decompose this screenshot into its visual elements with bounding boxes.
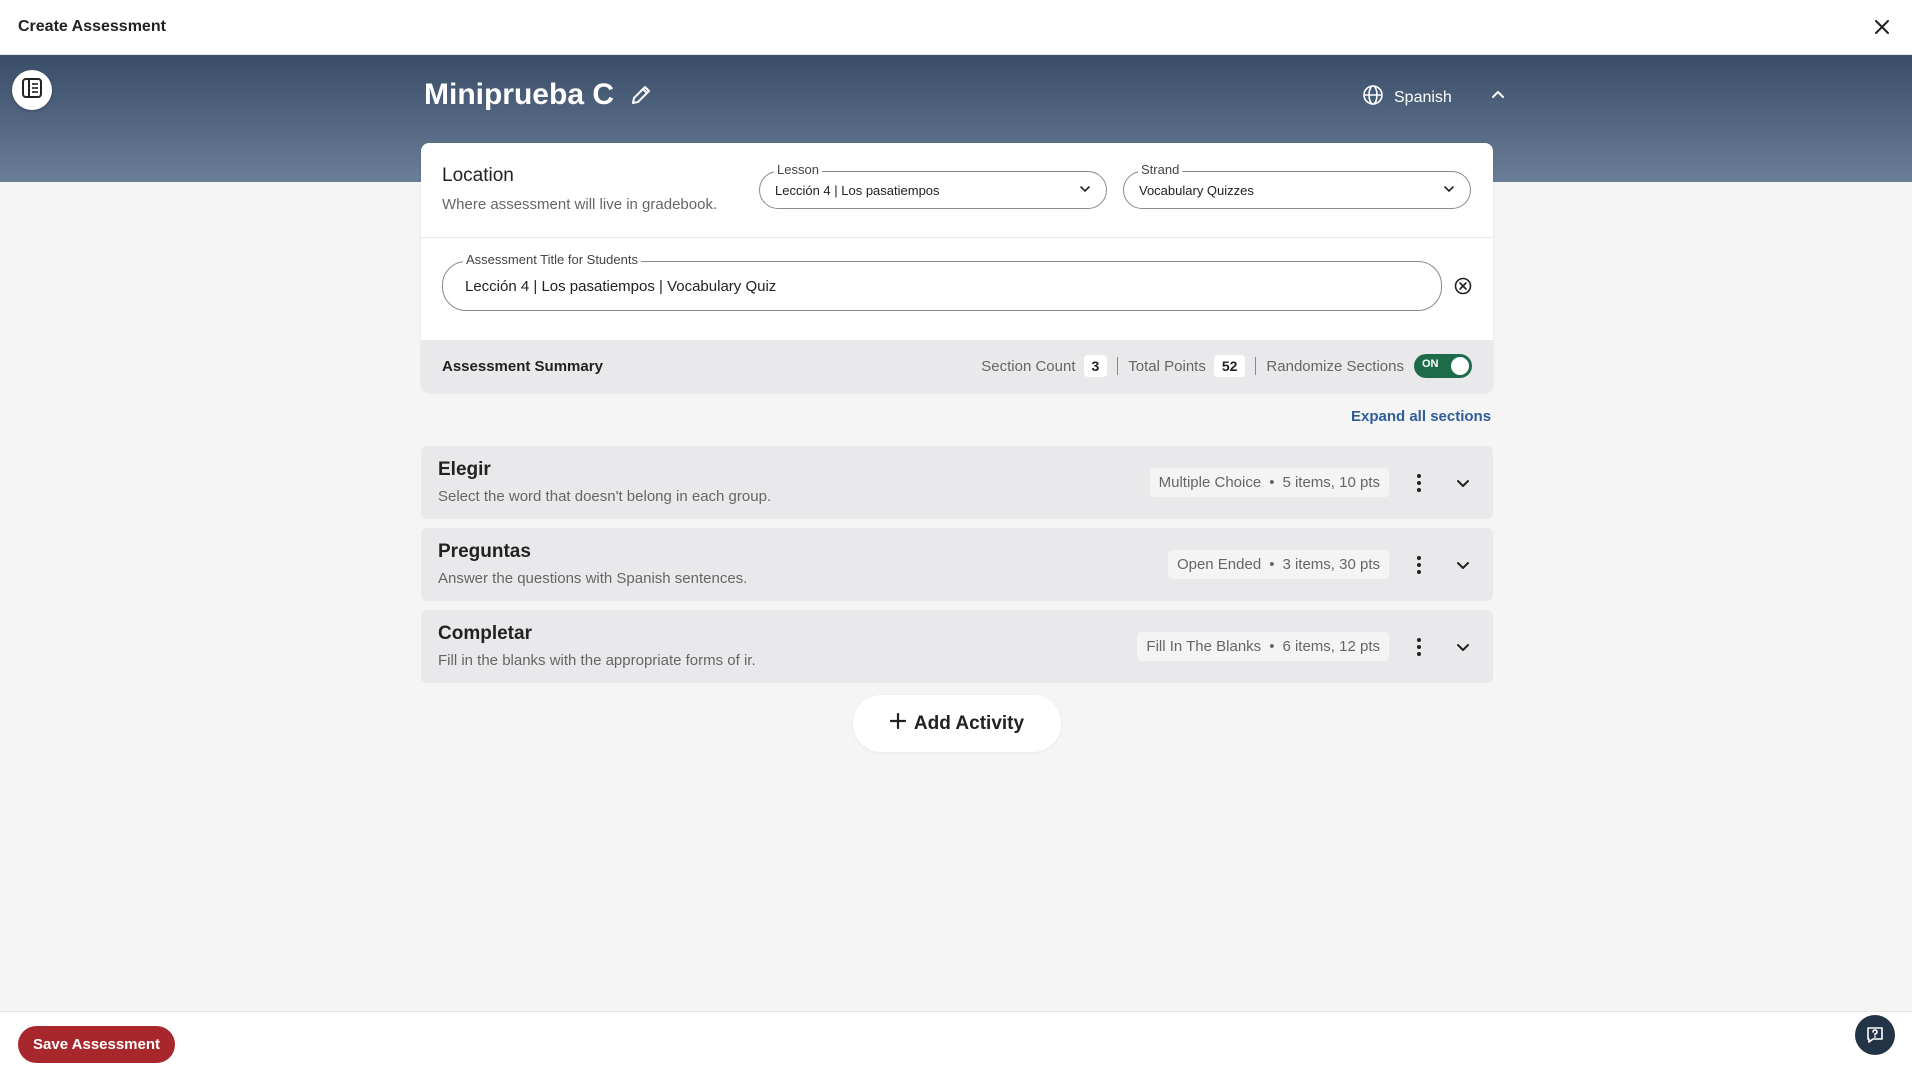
total-points-value: 52 <box>1213 355 1246 377</box>
add-activity-button[interactable]: Add Activity <box>853 695 1061 752</box>
lesson-value: Lección 4 | Los pasatiempos <box>775 182 940 198</box>
section-detail: 3 items, 30 pts <box>1282 556 1380 573</box>
expand-all-link[interactable]: Expand all sections <box>1351 408 1491 425</box>
summary-stats: Section Count 3 Total Points 52 Randomiz… <box>981 354 1472 378</box>
dialog-title: Create Assessment <box>18 18 166 35</box>
section-title: Completar <box>438 623 532 644</box>
add-activity-label: Add Activity <box>913 712 1025 734</box>
section-description: Fill in the blanks with the appropriate … <box>438 652 756 669</box>
close-icon[interactable] <box>1870 15 1894 39</box>
divider <box>1117 357 1119 375</box>
strand-value: Vocabulary Quizzes <box>1139 182 1254 198</box>
section-meta: Fill In The Blanks • 6 items, 12 pts <box>1137 610 1475 683</box>
page-title-group: Miniprueba C <box>424 78 654 112</box>
divider <box>1255 357 1257 375</box>
section-meta: Open Ended • 3 items, 30 pts <box>1167 528 1475 601</box>
language-selector[interactable]: Spanish <box>1362 84 1506 111</box>
assessment-summary: Assessment Summary Section Count 3 Total… <box>421 340 1493 392</box>
section-badge: Fill In The Blanks • 6 items, 12 pts <box>1137 632 1389 661</box>
section-count-label: Section Count <box>981 357 1076 375</box>
section-type: Fill In The Blanks <box>1146 638 1262 655</box>
sidebar-toggle-button[interactable] <box>12 70 52 110</box>
section-description: Answer the questions with Spanish senten… <box>438 570 748 587</box>
section-card[interactable]: Completar Fill in the blanks with the ap… <box>421 610 1493 683</box>
chevron-down-icon[interactable] <box>1451 553 1475 577</box>
location-title: Location <box>442 165 514 186</box>
chevron-up-icon[interactable] <box>1490 87 1506 108</box>
chevron-down-icon[interactable] <box>1451 471 1475 495</box>
bullet-separator: • <box>1269 638 1275 655</box>
section-type: Open Ended <box>1176 556 1262 573</box>
top-bar: Create Assessment <box>0 0 1912 55</box>
randomize-label: Randomize Sections <box>1266 357 1404 375</box>
bullet-separator: • <box>1269 474 1275 491</box>
assessment-settings-card: Location Where assessment will live in g… <box>421 143 1493 392</box>
save-assessment-button[interactable]: Save Assessment <box>18 1026 176 1063</box>
section-card[interactable]: Elegir Select the word that doesn't belo… <box>421 446 1493 519</box>
pencil-icon[interactable] <box>628 82 654 108</box>
chevron-down-icon <box>1079 183 1091 198</box>
toggle-state: ON <box>1422 358 1439 370</box>
total-points-label: Total Points <box>1128 357 1206 375</box>
page-title: Miniprueba C <box>424 78 615 111</box>
more-vertical-icon[interactable] <box>1407 635 1431 659</box>
chevron-down-icon[interactable] <box>1451 635 1475 659</box>
globe-icon <box>1362 84 1384 111</box>
section-meta: Multiple Choice • 5 items, 10 pts <box>1149 446 1475 519</box>
strand-label: Strand <box>1138 162 1183 177</box>
section-title: Preguntas <box>438 541 531 562</box>
lesson-label: Lesson <box>774 162 822 177</box>
section-detail: 5 items, 10 pts <box>1282 474 1380 491</box>
footer-bar: Save Assessment <box>0 1011 1912 1068</box>
section-badge: Open Ended • 3 items, 30 pts <box>1167 550 1389 579</box>
assessment-title-input[interactable]: Assessment Title for Students Lección 4 … <box>442 252 1442 311</box>
section-detail: 6 items, 12 pts <box>1282 638 1380 655</box>
summary-title: Assessment Summary <box>442 357 603 375</box>
clear-circle-icon[interactable] <box>1453 276 1473 296</box>
section-list: Elegir Select the word that doesn't belo… <box>421 446 1493 692</box>
strand-select[interactable]: Strand Vocabulary Quizzes <box>1123 162 1471 209</box>
lesson-select[interactable]: Lesson Lección 4 | Los pasatiempos <box>759 162 1107 209</box>
language-label: Spanish <box>1394 88 1452 106</box>
more-vertical-icon[interactable] <box>1407 471 1431 495</box>
location-row: Location Where assessment will live in g… <box>421 143 1493 238</box>
assessment-title-label: Assessment Title for Students <box>463 252 641 267</box>
plus-icon <box>889 712 907 735</box>
section-type: Multiple Choice <box>1158 474 1262 491</box>
toggle-knob <box>1451 357 1469 375</box>
section-title: Elegir <box>438 459 491 480</box>
section-description: Select the word that doesn't belong in e… <box>438 488 772 505</box>
more-vertical-icon[interactable] <box>1407 553 1431 577</box>
bullet-separator: • <box>1269 556 1275 573</box>
section-count-value: 3 <box>1083 355 1108 377</box>
section-badge: Multiple Choice • 5 items, 10 pts <box>1149 468 1389 497</box>
randomize-toggle[interactable]: ON <box>1414 354 1472 378</box>
sidebar-icon <box>21 77 43 104</box>
assessment-title-row: Assessment Title for Students Lección 4 … <box>421 238 1493 340</box>
assessment-title-value: Lección 4 | Los pasatiempos | Vocabulary… <box>465 277 777 295</box>
chevron-down-icon <box>1443 183 1455 198</box>
location-subtitle: Where assessment will live in gradebook. <box>442 196 718 213</box>
section-card[interactable]: Preguntas Answer the questions with Span… <box>421 528 1493 601</box>
help-icon[interactable] <box>1855 1015 1895 1055</box>
